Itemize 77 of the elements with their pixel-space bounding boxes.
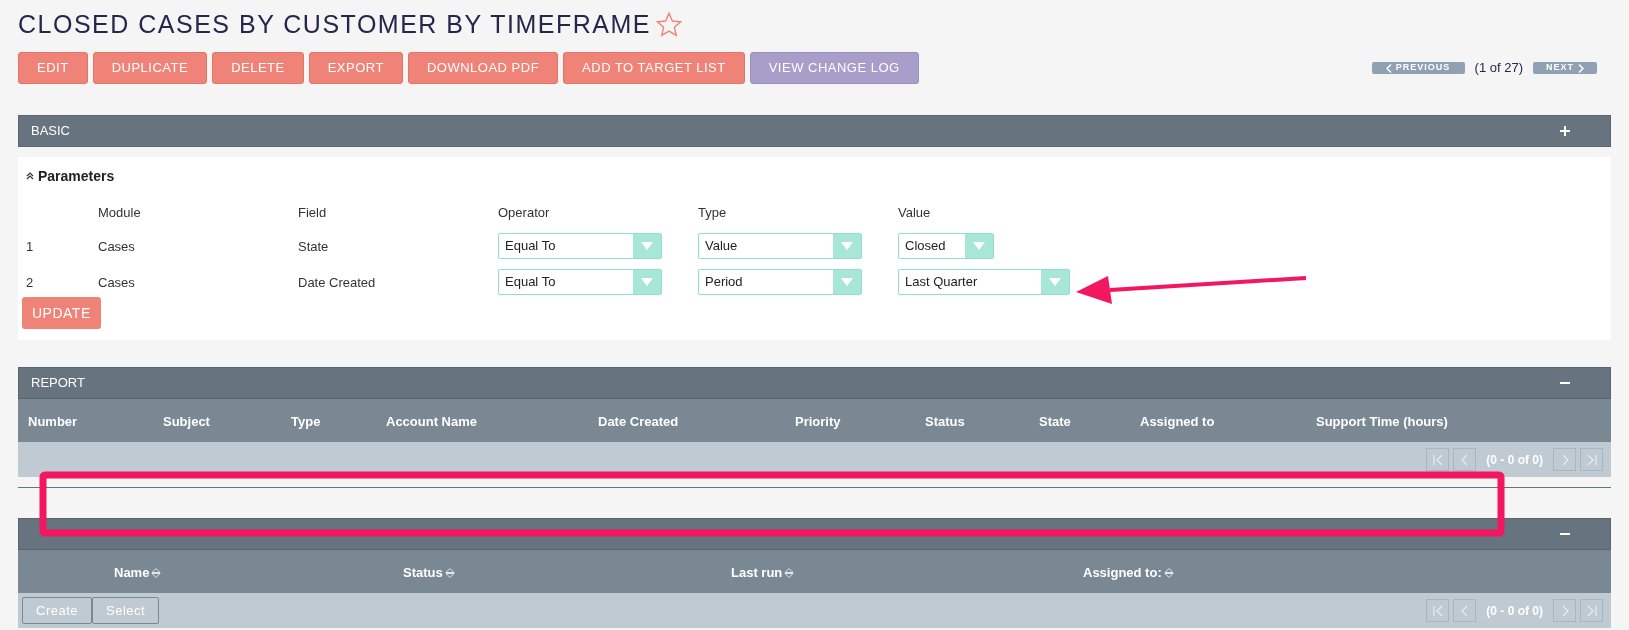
table-cell-text: Cases bbox=[98, 238, 135, 256]
column-header: Operator bbox=[498, 204, 550, 222]
action-button[interactable]: VIEW CHANGE LOG bbox=[749, 52, 919, 84]
table-cell-text: State bbox=[298, 238, 329, 256]
column-header[interactable]: Status bbox=[403, 563, 443, 583]
column-header[interactable]: Type bbox=[291, 412, 321, 432]
last-page-icon bbox=[1585, 453, 1598, 466]
column-header[interactable]: Support Time (hours) bbox=[1316, 412, 1448, 432]
action-button[interactable]: EXPORT bbox=[308, 52, 403, 84]
panel-header[interactable]: BASIC bbox=[18, 115, 1611, 147]
sort-icon bbox=[444, 567, 455, 578]
column-header[interactable]: Priority bbox=[795, 412, 841, 432]
panel-title: BASIC bbox=[31, 122, 70, 141]
table-cell-text: 2 bbox=[26, 274, 34, 292]
last-page-icon bbox=[1585, 604, 1598, 617]
sort-icon bbox=[1163, 567, 1174, 578]
last-page-button[interactable] bbox=[1580, 599, 1603, 622]
sort-icon bbox=[784, 567, 795, 578]
dropdown[interactable]: Equal To bbox=[498, 233, 662, 259]
table-cell-text: Date Created bbox=[298, 274, 376, 292]
caret-icon bbox=[1049, 278, 1061, 286]
caret-icon bbox=[841, 242, 853, 250]
dropdown[interactable]: Value bbox=[698, 233, 862, 259]
column-header: Field bbox=[298, 204, 327, 222]
column-header: Module bbox=[98, 204, 141, 222]
panel-header[interactable]: REPORT bbox=[18, 367, 1611, 399]
column-header[interactable]: Number bbox=[28, 412, 78, 432]
column-header: Type bbox=[698, 204, 727, 222]
column-header[interactable]: Assigned to bbox=[1140, 412, 1215, 432]
section-title: Parameters bbox=[38, 166, 115, 186]
action-button[interactable]: DOWNLOAD PDF bbox=[407, 52, 559, 84]
table-cell-text: Cases bbox=[98, 274, 135, 292]
next-button[interactable]: NEXT bbox=[1533, 62, 1597, 74]
chevron-right-icon bbox=[1578, 63, 1584, 73]
panel-title: REPORT bbox=[31, 374, 85, 393]
caret-icon bbox=[641, 242, 653, 250]
dropdown[interactable]: Period bbox=[698, 269, 862, 295]
action-button[interactable]: DUPLICATE bbox=[92, 52, 208, 84]
page-position: (1 of 27) bbox=[1474, 59, 1523, 78]
action-button[interactable]: EDIT bbox=[18, 52, 88, 84]
previous-page-button[interactable] bbox=[1453, 599, 1477, 622]
page-title: CLOSED CASES BY CUSTOMER BY TIMEFRAME bbox=[18, 9, 651, 41]
first-page-icon bbox=[1431, 604, 1444, 617]
action-button[interactable]: DELETE bbox=[212, 52, 304, 84]
column-header[interactable]: Account Name bbox=[386, 412, 478, 432]
plus-icon[interactable] bbox=[1560, 126, 1570, 136]
caret-icon bbox=[641, 278, 653, 286]
first-page-icon bbox=[1431, 453, 1444, 466]
collapse-icon bbox=[26, 172, 34, 180]
previous-button[interactable]: PREVIOUS bbox=[1371, 62, 1465, 74]
dropdown[interactable]: Last Quarter bbox=[898, 269, 1070, 295]
next-page-button[interactable] bbox=[1553, 448, 1576, 471]
column-header[interactable]: State bbox=[1039, 412, 1071, 432]
first-page-button[interactable] bbox=[1426, 599, 1450, 622]
dropdown[interactable]: Equal To bbox=[498, 269, 662, 295]
star-icon[interactable] bbox=[654, 11, 683, 39]
table-cell-text: 1 bbox=[26, 238, 34, 256]
last-page-button[interactable] bbox=[1580, 448, 1603, 471]
column-header[interactable]: Assigned to: bbox=[1083, 563, 1162, 583]
next-page-button[interactable] bbox=[1553, 599, 1576, 622]
caret-icon bbox=[973, 242, 985, 250]
chevron-left-icon bbox=[1385, 63, 1392, 73]
paging-info: (0 - 0 of 0) bbox=[1485, 602, 1544, 620]
column-header[interactable]: Last run bbox=[731, 563, 783, 583]
first-page-button[interactable] bbox=[1426, 448, 1450, 471]
caret-icon bbox=[841, 278, 853, 286]
paging-info: (0 - 0 of 0) bbox=[1485, 451, 1544, 469]
sort-icon bbox=[151, 567, 162, 578]
column-header[interactable]: Date Created bbox=[598, 412, 679, 432]
column-header[interactable]: Status bbox=[925, 412, 965, 432]
dropdown[interactable]: Closed bbox=[898, 233, 994, 259]
column-header[interactable]: Subject bbox=[163, 412, 210, 432]
action-button[interactable]: ADD TO TARGET LIST bbox=[563, 52, 745, 84]
column-header: Value bbox=[898, 204, 931, 222]
column-header[interactable]: Name bbox=[114, 563, 150, 583]
update-button[interactable]: UPDATE bbox=[22, 297, 101, 329]
previous-page-button[interactable] bbox=[1453, 448, 1477, 471]
